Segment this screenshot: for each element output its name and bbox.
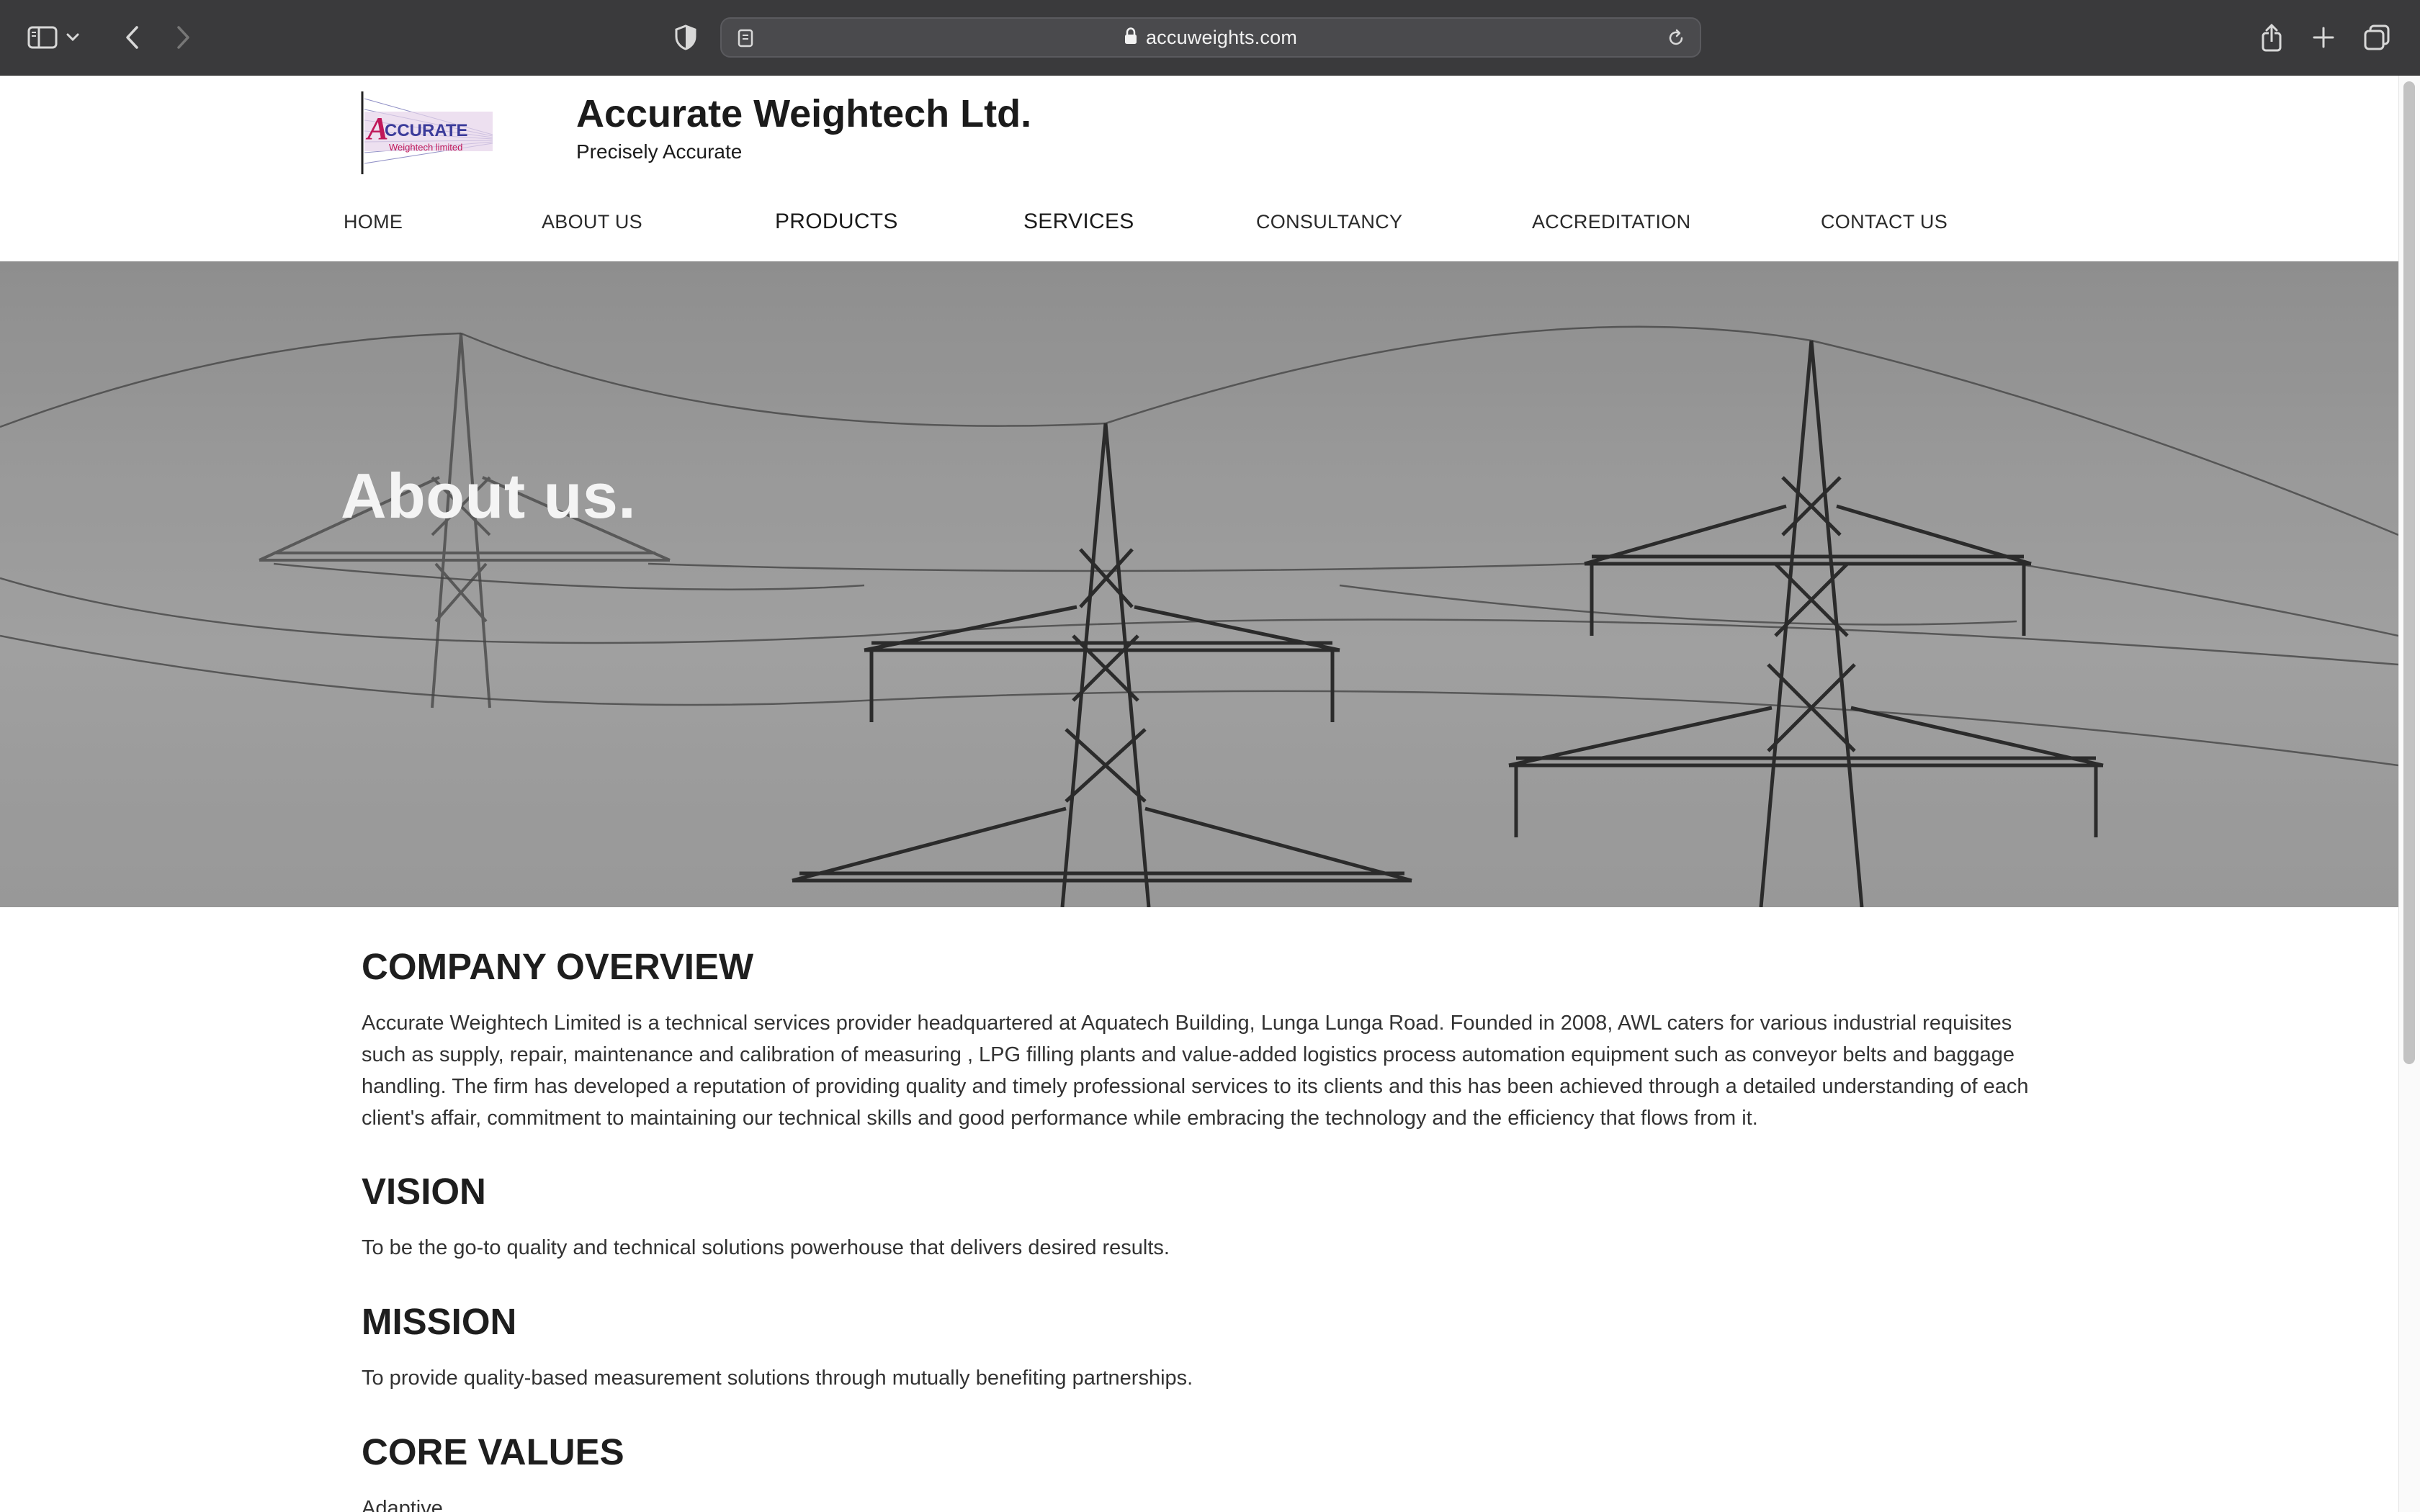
privacy-shield-icon[interactable] [667,19,704,56]
vision-heading: VISION [362,1171,486,1212]
page-viewport[interactable]: A CCURATE Weightech limited Accurate Wei… [0,76,2420,1512]
reload-icon[interactable] [1665,27,1687,49]
new-tab-icon[interactable] [2305,19,2342,56]
lock-icon [1124,27,1137,48]
nav-about-us[interactable]: ABOUT US [542,211,642,233]
core-values-heading: CORE VALUES [362,1431,624,1472]
nav-accreditation[interactable]: ACCREDITATION [1532,211,1690,233]
nav-home[interactable]: HOME [344,211,403,233]
nav-consultancy[interactable]: CONSULTANCY [1256,211,1402,233]
browser-toolbar: accuweights.com [0,0,2420,76]
hero-title: About us. [341,460,637,531]
mission-heading: MISSION [362,1301,517,1342]
power-pylons-image [0,261,2398,907]
scrollbar-thumb[interactable] [2403,81,2415,1064]
logo-subtext: Weightech limited [389,142,462,153]
site-tagline: Precisely Accurate [576,140,743,163]
vision-text: To be the go-to quality and technical so… [362,1236,1170,1259]
chevron-down-icon[interactable] [63,19,82,56]
mission-text: To provide quality-based measurement sol… [362,1367,1193,1390]
scrollbar[interactable] [2398,76,2420,1512]
share-icon[interactable] [2253,19,2290,56]
address-bar[interactable]: accuweights.com [720,17,1701,58]
nav-services[interactable]: SERVICES [1023,210,1134,234]
overview-text: Accurate Weightech Limited is a technica… [362,1012,2029,1130]
url-text: accuweights.com [1145,26,1298,48]
nav-products[interactable]: PRODUCTS [775,210,898,234]
overview-heading: COMPANY OVERVIEW [362,946,754,987]
logo-text: CCURATE [385,121,468,140]
site-title[interactable]: Accurate Weightech Ltd. [576,91,1031,136]
core-value-item: Adaptive [362,1497,443,1512]
nav-contact-us[interactable]: CONTACT US [1821,211,1948,233]
sidebar-icon[interactable] [24,19,62,56]
forward-icon[interactable] [164,19,202,56]
company-logo[interactable]: A CCURATE Weightech limited [360,91,493,174]
hero-banner: About us. [0,261,2398,907]
tab-overview-icon[interactable] [2358,19,2396,56]
back-icon[interactable] [114,19,151,56]
